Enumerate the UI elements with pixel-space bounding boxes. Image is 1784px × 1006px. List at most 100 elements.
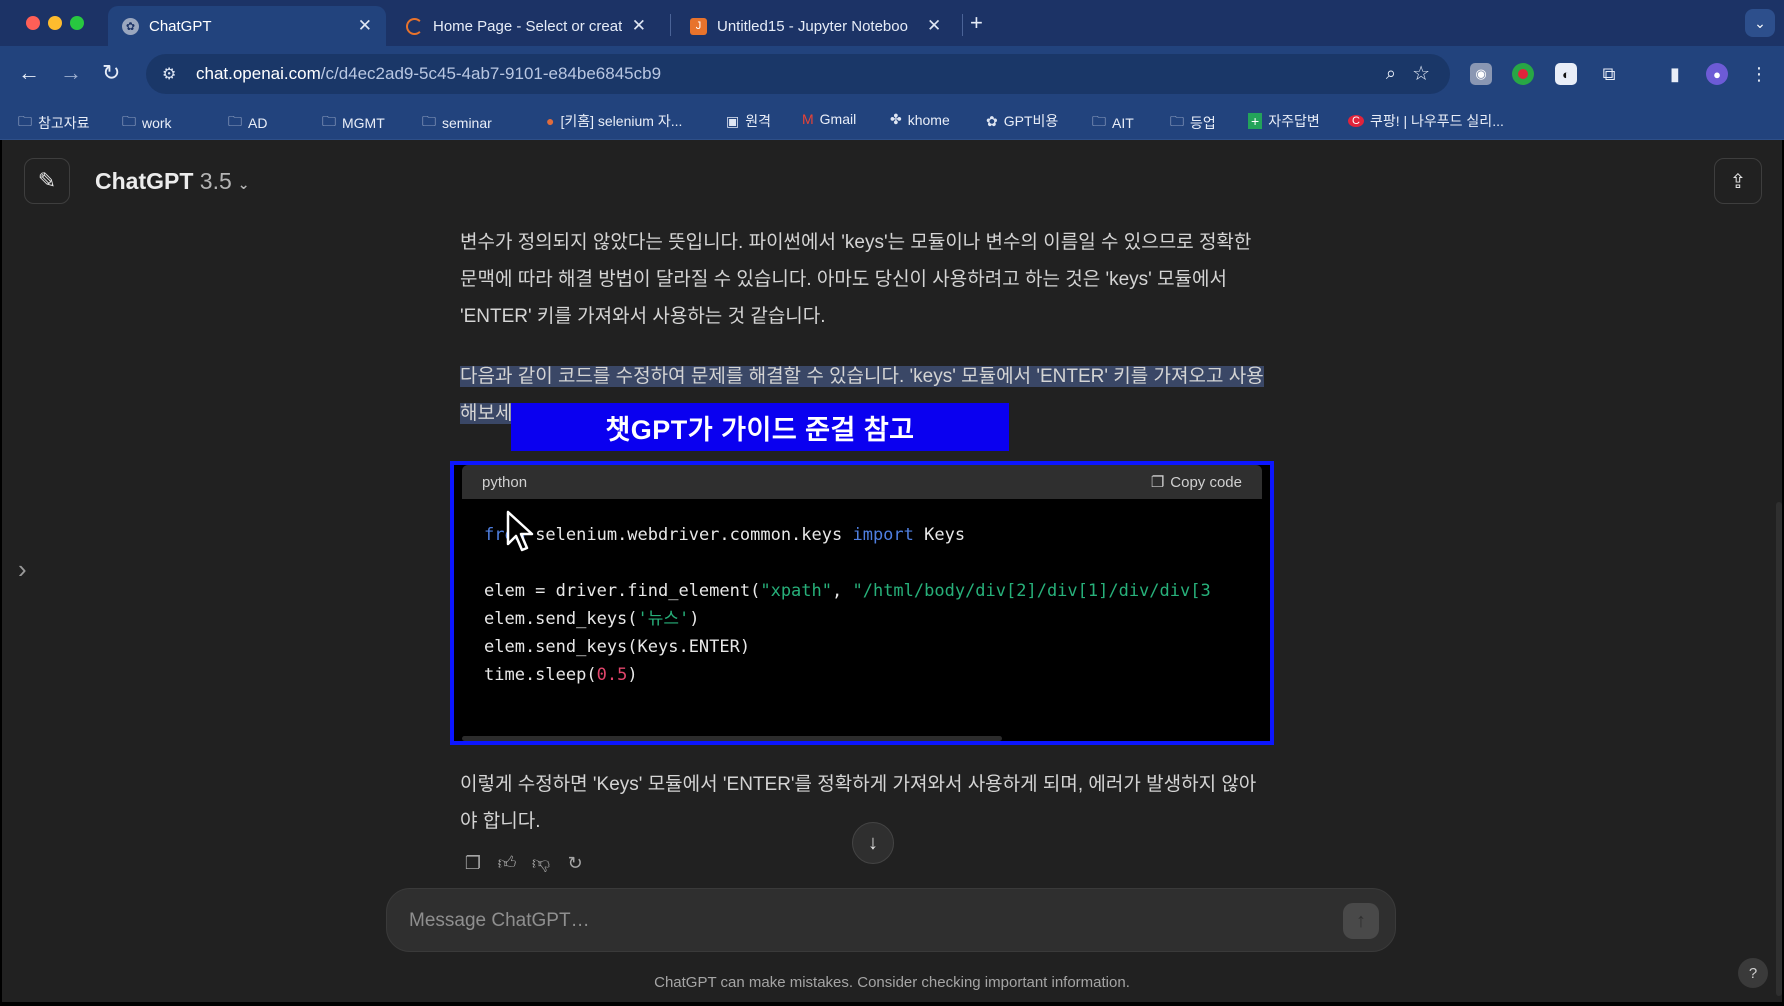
site-info-icon[interactable]: ⚙ [162,64,182,84]
help-button[interactable]: ? [1738,958,1768,988]
arrow-down-icon: ↓ [868,831,878,854]
close-icon[interactable]: ✕ [632,16,646,36]
new-tab-button[interactable]: + [970,10,983,36]
copy-code-button[interactable]: ❐ Copy code [1151,473,1242,492]
extensions-puzzle-icon[interactable]: ⧉ [1598,63,1620,85]
zoom-icon[interactable]: ⌕ [1386,63,1396,84]
bookmark-label: AIT [1112,115,1134,131]
folder-icon: 🗀 [322,113,336,129]
upload-icon: ⇪ [1729,170,1747,193]
bookmark-star-icon[interactable]: ☆ [1412,61,1430,86]
bookmark-item[interactable]: 🗀 MGMT [322,111,385,135]
bookmark-label: khome [907,111,950,128]
code-language-label: python [482,473,528,491]
bookmark-item[interactable]: ✤ khome [890,111,950,128]
folder-icon: 🗀 [228,113,242,129]
side-panel-icon[interactable]: ▮ [1664,63,1686,85]
page-scrollbar[interactable] [1776,502,1782,996]
reload-icon[interactable]: ↻ [102,60,120,86]
camera-extension-icon[interactable]: ◉ [1470,63,1492,85]
close-icon[interactable]: ✕ [927,16,941,36]
bookmark-item[interactable]: ▣ 원격 [726,111,771,131]
copy-icon[interactable]: ❐ [462,852,484,874]
url-path: /c/d4ec2ad9-5c45-4ab7-9101-e84be6845cb9 [320,64,662,83]
bookmark-item[interactable]: 🗀 AIT [1092,111,1134,135]
thumbs-up-icon[interactable]: 👍︎ [496,852,518,874]
bookmark-item[interactable]: + 자주답변 [1248,111,1320,131]
model-name: ChatGPT [95,168,194,194]
menu-kebab-icon[interactable]: ⋮ [1748,63,1770,85]
coupang-icon: C [1348,115,1364,127]
maximize-window-button[interactable] [70,16,84,30]
mouse-cursor-icon [506,510,534,552]
spy-extension-icon[interactable]: ◐ [1555,63,1577,85]
tab-search-button[interactable]: ⌄ [1745,9,1775,37]
message-composer: ↑ [386,888,1396,952]
sidebar-toggle-handle[interactable]: › [18,554,27,585]
edit-icon: ✎ [37,168,57,193]
site-icon: ✤ [890,111,902,127]
tab-jupyter-notebook[interactable]: J Untitled15 - Jupyter Noteboo ✕ [676,6,956,46]
assistant-paragraph: 변수가 정의되지 않았다는 뜻입니다. 파이썬에서 'keys'는 모듈이나 변… [460,232,1252,327]
folder-icon: 🗀 [18,113,32,129]
tab-separator [670,14,671,36]
gmail-icon: M [802,111,814,127]
plus-icon: + [1248,113,1263,129]
bookmark-item[interactable]: 🗀 work [122,111,172,135]
code-block-header: python ❐ Copy code [462,465,1262,499]
bookmark-item[interactable]: ● [키홈] selenium 자... [546,111,682,131]
bookmark-item[interactable]: C 쿠팡! | 나우푸드 실리... [1348,111,1504,131]
code-content[interactable]: from selenium.webdriver.common.keys impo… [484,521,1264,689]
code-horizontal-scrollbar[interactable] [462,736,1002,741]
regenerate-icon[interactable]: ↻ [564,852,586,874]
bookmark-label: AD [248,115,268,131]
share-button[interactable]: ⇪ [1714,158,1762,204]
model-version: 3.5 [199,168,232,194]
bookmark-label: [키홈] selenium 자... [560,113,683,129]
jupyter-loading-icon [406,17,423,35]
forward-icon[interactable]: → [60,60,82,86]
new-chat-button[interactable]: ✎ [24,158,70,204]
address-bar[interactable]: ⚙ chat.openai.com/c/d4ec2ad9-5c45-4ab7-9… [146,54,1450,94]
bookmark-item[interactable]: 🗀 등업 [1170,111,1216,135]
minimize-window-button[interactable] [48,16,62,30]
close-icon[interactable]: ✕ [358,16,372,36]
tab-title: Home Page - Select or create [433,17,622,35]
message-input[interactable] [409,905,1289,937]
send-button[interactable]: ↑ [1343,903,1379,939]
bookmark-label: 쿠팡! | 나우푸드 실리... [1369,113,1504,129]
tab-home-page[interactable]: Home Page - Select or create ✕ [392,6,660,46]
message-actions: ❐ 👍︎ 👎︎ ↻ [462,852,586,874]
bookmark-item[interactable]: 🗀 AD [228,111,267,135]
bookmark-item[interactable]: 🗀 seminar [422,111,492,135]
bookmark-item[interactable]: M Gmail [802,111,856,127]
bookmark-label: 원격 [745,113,771,129]
bookmark-item[interactable]: ✿ GPT비용 [986,111,1058,131]
bookmarks-bar: 🗀 참고자료 🗀 work 🗀 AD 🗀 MGMT 🗀 seminar ● [키홈] sel… [0,102,1784,140]
tab-title: Untitled15 - Jupyter Noteboo [717,17,908,35]
folder-icon: 🗀 [422,113,436,129]
profile-avatar[interactable]: ● [1706,63,1728,85]
model-selector[interactable]: ChatGPT 3.5 ⌄ [95,168,250,195]
chatgpt-page: ✎ ChatGPT 3.5 ⌄ ⇪ › 변수가 정의되지 않았다는 뜻입니다. 파… [2,140,1782,1002]
record-extension-icon[interactable] [1512,63,1534,85]
chatgpt-icon: ✿ [122,17,139,35]
bookmark-label: 자주답변 [1268,113,1320,129]
scroll-to-bottom-button[interactable]: ↓ [852,822,894,864]
remote-icon: ▣ [726,112,740,129]
bookmark-label: MGMT [342,115,385,131]
browser-toolbar: ← → ↻ ⚙ chat.openai.com/c/d4ec2ad9-5c45-… [0,46,1784,102]
back-icon[interactable]: ← [18,60,40,86]
arrow-up-icon: ↑ [1356,909,1366,932]
browser-tab-bar: ✿ ChatGPT ✕ Home Page - Select or create… [0,0,1784,46]
bookmark-label: 등업 [1190,115,1216,131]
bookmark-item[interactable]: 🗀 참고자료 [18,111,90,135]
copy-code-label: Copy code [1170,473,1242,491]
close-window-button[interactable] [26,16,40,30]
url-text[interactable]: chat.openai.com/c/d4ec2ad9-5c45-4ab7-910… [196,64,661,84]
openai-icon: ✿ [986,112,998,129]
jupyter-icon: J [690,17,707,35]
tab-chatgpt[interactable]: ✿ ChatGPT ✕ [108,6,386,46]
thumbs-down-icon[interactable]: 👎︎ [530,852,552,874]
folder-icon: 🗀 [1170,113,1184,129]
